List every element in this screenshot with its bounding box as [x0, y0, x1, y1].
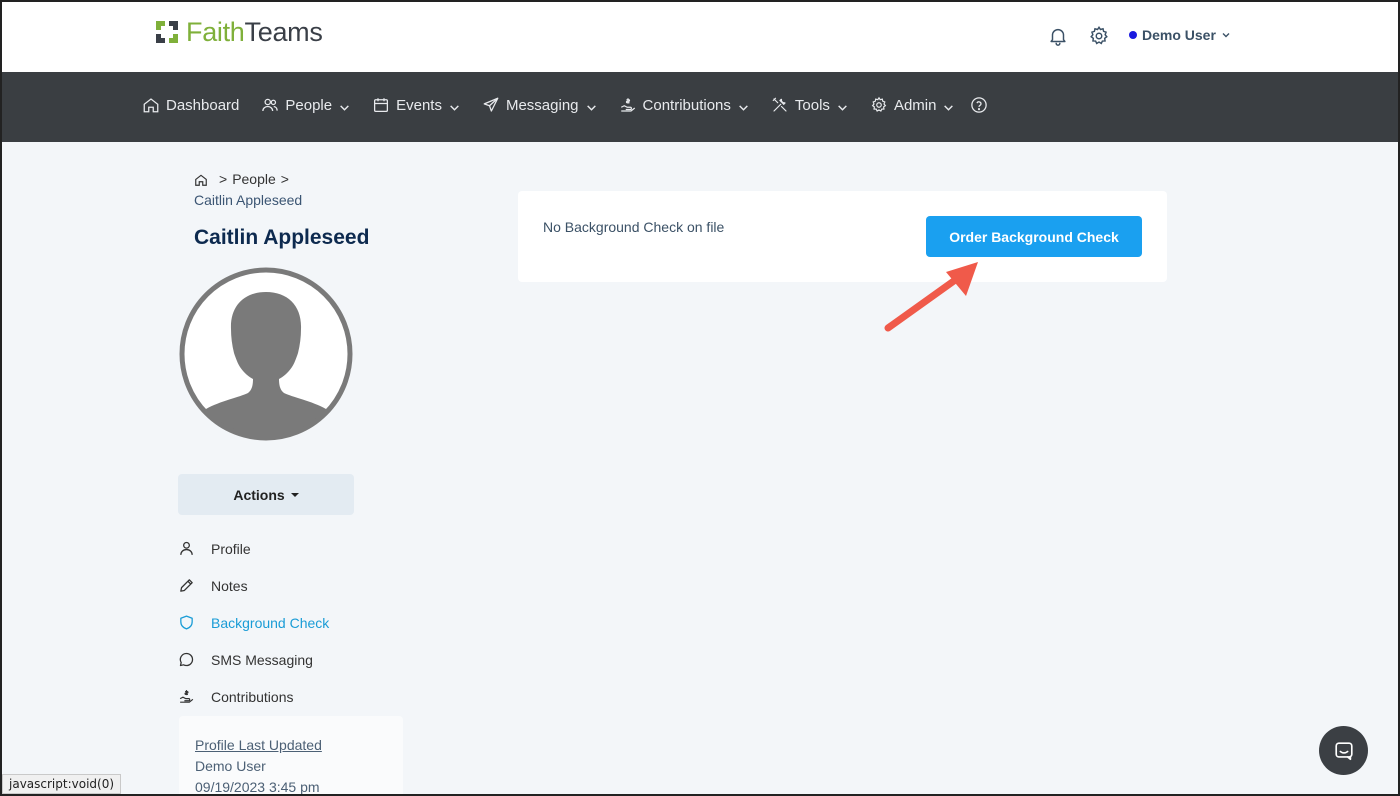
breadcrumb-people[interactable]: People	[232, 169, 276, 190]
nav-label: Messaging	[505, 96, 579, 114]
side-item-label: Contributions	[211, 688, 294, 705]
home-icon[interactable]	[194, 173, 208, 187]
side-item-profile[interactable]: Profile	[178, 530, 329, 567]
nav-label: Contributions	[642, 96, 731, 114]
caret-down-icon	[290, 492, 299, 497]
top-header: FaithTeams Demo User	[0, 0, 1400, 72]
chevron-down-icon	[943, 100, 954, 111]
faithteams-logo[interactable]: FaithTeams	[154, 17, 323, 47]
people-icon	[261, 96, 279, 114]
background-check-card: No Background Check on file Order Backgr…	[518, 191, 1167, 282]
nav-dashboard[interactable]: Dashboard	[142, 96, 239, 114]
logo-text: FaithTeams	[186, 17, 323, 47]
side-item-label: Background Check	[211, 614, 330, 631]
page-title: Caitlin Appleseed	[194, 226, 370, 249]
user-name: Demo User	[1142, 27, 1216, 43]
nav-label: Events	[396, 96, 442, 114]
side-item-label: Profile	[211, 540, 251, 557]
nav-admin[interactable]: Admin	[870, 96, 955, 114]
order-background-check-button[interactable]: Order Background Check	[926, 216, 1142, 257]
breadcrumb-current: Caitlin Appleseed	[194, 192, 303, 208]
chevron-down-icon	[837, 100, 848, 111]
logo-mark-icon	[156, 21, 178, 43]
user-menu[interactable]: Demo User	[1129, 27, 1231, 43]
chevron-down-icon	[738, 100, 749, 111]
nav-contributions[interactable]: Contributions	[619, 96, 749, 114]
side-item-contributions[interactable]: Contributions	[178, 678, 329, 715]
side-item-notes[interactable]: Notes	[178, 567, 329, 604]
profile-updated-card: Profile Last Updated Demo User 09/19/202…	[179, 716, 403, 796]
avatar	[179, 267, 353, 441]
nav-label: Dashboard	[166, 96, 240, 114]
tools-icon	[771, 96, 789, 114]
profile-updated-link[interactable]: Profile Last Updated	[195, 735, 387, 756]
chevron-down-icon	[449, 100, 460, 111]
profile-updated-by: Demo User	[195, 758, 266, 774]
chevron-down-icon	[586, 100, 597, 111]
nav-people[interactable]: People	[261, 96, 350, 114]
breadcrumb: > People > Caitlin Appleseed	[194, 169, 302, 211]
person-side-menu: Profile Notes Background Check SMS Messa…	[178, 530, 329, 715]
gear-icon	[870, 96, 888, 114]
profile-updated-time: 09/19/2023 3:45 pm	[195, 779, 320, 795]
bell-icon[interactable]	[1047, 25, 1069, 47]
background-check-status: No Background Check on file	[543, 219, 725, 235]
side-item-background-check[interactable]: Background Check	[178, 604, 329, 641]
nav-messaging[interactable]: Messaging	[482, 96, 597, 114]
side-item-label: SMS Messaging	[211, 651, 313, 668]
browser-status-bar: javascript:void(0)	[2, 774, 122, 794]
chevron-down-icon	[339, 100, 350, 111]
chat-icon	[178, 651, 195, 668]
shield-icon	[178, 614, 195, 631]
gear-icon[interactable]	[1088, 25, 1110, 47]
annotation-arrow-icon	[884, 262, 978, 332]
breadcrumb-separator: >	[219, 171, 228, 187]
nav-label: People	[285, 96, 333, 114]
chevron-down-icon	[1222, 33, 1230, 38]
paper-plane-icon	[482, 96, 500, 114]
chat-widget-button[interactable]	[1319, 726, 1368, 775]
home-icon	[142, 96, 160, 114]
nav-events[interactable]: Events	[372, 96, 460, 114]
actions-button[interactable]: Actions	[178, 474, 354, 515]
nav-tools[interactable]: Tools	[771, 96, 848, 114]
calendar-icon	[372, 96, 390, 114]
hand-dollar-icon	[619, 96, 637, 114]
main-nav: Dashboard People Events Messaging Contri…	[0, 72, 1400, 142]
hand-dollar-icon	[178, 688, 195, 705]
side-item-sms-messaging[interactable]: SMS Messaging	[178, 641, 329, 678]
side-item-label: Notes	[211, 577, 248, 594]
nav-label: Admin	[893, 96, 937, 114]
breadcrumb-separator: >	[280, 171, 289, 187]
user-icon	[178, 540, 195, 557]
pencil-icon	[178, 577, 195, 594]
actions-label: Actions	[233, 486, 285, 503]
nav-label: Tools	[794, 96, 830, 114]
question-circle-icon[interactable]	[970, 96, 988, 114]
status-dot	[1129, 31, 1137, 39]
chat-bubble-icon	[1334, 741, 1353, 760]
